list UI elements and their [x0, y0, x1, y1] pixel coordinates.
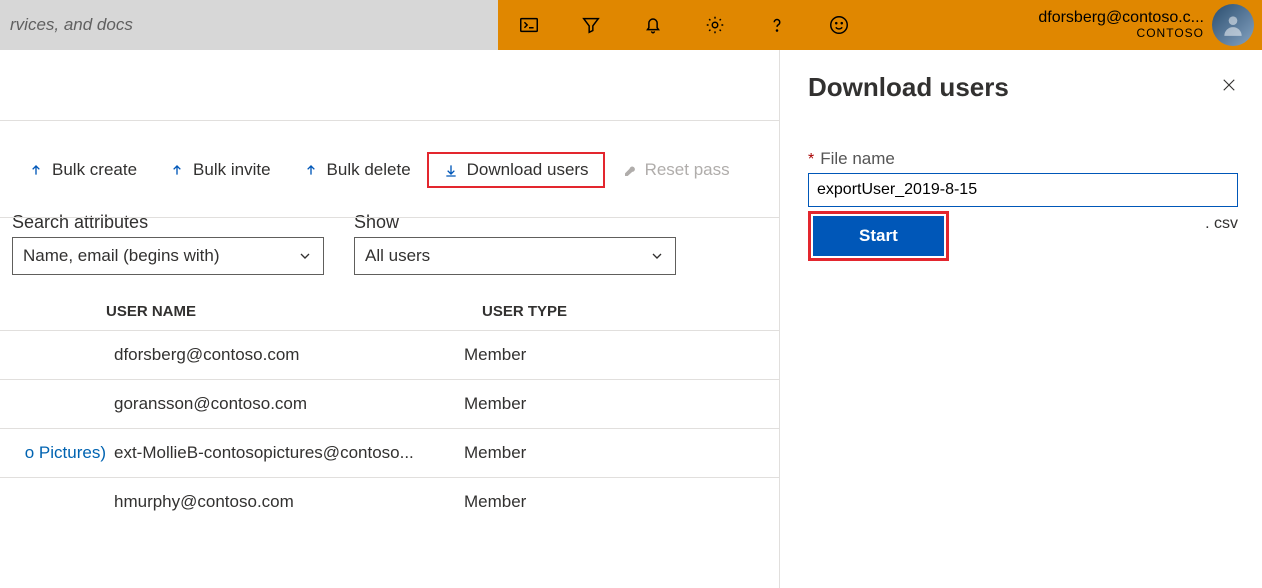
cell-user-name: goransson@contoso.com	[114, 394, 464, 414]
file-name-input[interactable]	[808, 173, 1238, 207]
start-button-highlight: Start	[808, 211, 949, 261]
download-icon	[443, 162, 459, 178]
table-header: USER NAME USER TYPE	[0, 297, 815, 330]
bulk-delete-button[interactable]: Bulk delete	[287, 152, 427, 188]
upload-icon	[169, 162, 185, 178]
file-name-label: File name	[820, 149, 895, 168]
cell-user-type: Member	[464, 394, 815, 414]
download-users-panel: Download users * File name Start . csv	[779, 50, 1262, 588]
account-email: dforsberg@contoso.c...	[1038, 9, 1204, 27]
download-users-button[interactable]: Download users	[427, 152, 605, 188]
col-user-type[interactable]: USER TYPE	[482, 303, 815, 320]
bulk-invite-button[interactable]: Bulk invite	[153, 152, 286, 188]
global-search-input[interactable]	[0, 11, 498, 39]
close-icon	[1220, 76, 1238, 94]
chevron-down-icon	[297, 248, 313, 264]
close-panel-button[interactable]	[1220, 76, 1238, 99]
avatar[interactable]	[1212, 4, 1254, 46]
panel-header: Download users	[808, 72, 1238, 103]
search-wrap	[0, 0, 498, 50]
settings-icon[interactable]	[684, 0, 746, 50]
filter-show: Show All users	[354, 212, 676, 275]
chevron-down-icon	[649, 248, 665, 264]
cell-user-type: Member	[464, 443, 815, 463]
filter-search-attr: Search attributes Name, email (begins wi…	[12, 212, 324, 275]
account-area[interactable]: dforsberg@contoso.c... CONTOSO	[1026, 0, 1262, 50]
bulk-create-label: Bulk create	[52, 160, 137, 180]
key-icon	[621, 162, 637, 178]
cell-user-type: Member	[464, 492, 815, 512]
top-icon-strip	[498, 0, 870, 50]
cell-user-name: dforsberg@contoso.com	[114, 345, 464, 365]
bulk-create-button[interactable]: Bulk create	[12, 152, 153, 188]
panel-title: Download users	[808, 72, 1009, 103]
account-tenant: CONTOSO	[1038, 27, 1204, 41]
reset-password-button: Reset pass	[605, 152, 746, 188]
help-icon[interactable]	[746, 0, 808, 50]
cloud-shell-icon[interactable]	[498, 0, 560, 50]
cell-user-name: hmurphy@contoso.com	[114, 492, 464, 512]
col-user-name[interactable]: USER NAME	[106, 303, 482, 320]
content-area: Bulk create Bulk invite Bulk delete Down…	[0, 50, 1262, 588]
notifications-icon[interactable]	[622, 0, 684, 50]
top-bar: dforsberg@contoso.c... CONTOSO	[0, 0, 1262, 50]
required-asterisk: *	[808, 151, 814, 168]
account-texts: dforsberg@contoso.c... CONTOSO	[1038, 9, 1204, 41]
cell-user-name: ext-MollieB-contosopictures@contoso...	[114, 443, 464, 463]
filter-show-label: Show	[354, 212, 676, 233]
filter-search-label: Search attributes	[12, 212, 324, 233]
table-row[interactable]: hmurphy@contoso.comMember	[0, 477, 815, 526]
users-table: USER NAME USER TYPE dforsberg@contoso.co…	[0, 297, 815, 526]
start-button[interactable]: Start	[813, 216, 944, 256]
download-users-label: Download users	[467, 160, 589, 180]
directory-filter-icon[interactable]	[560, 0, 622, 50]
show-value: All users	[365, 246, 430, 266]
table-row[interactable]: dforsberg@contoso.comMember	[0, 330, 815, 379]
file-name-field: * File name Start . csv	[808, 149, 1238, 261]
file-name-label-row: * File name	[808, 149, 1238, 169]
search-attr-select[interactable]: Name, email (begins with)	[12, 237, 324, 275]
upload-icon	[28, 162, 44, 178]
table-row[interactable]: o Pictures)ext-MollieB-contosopictures@c…	[0, 428, 815, 477]
feedback-icon[interactable]	[808, 0, 870, 50]
bulk-invite-label: Bulk invite	[193, 160, 270, 180]
reset-password-label: Reset pass	[645, 160, 730, 180]
show-select[interactable]: All users	[354, 237, 676, 275]
bulk-delete-label: Bulk delete	[327, 160, 411, 180]
table-row[interactable]: goransson@contoso.comMember	[0, 379, 815, 428]
search-attr-value: Name, email (begins with)	[23, 246, 220, 266]
upload-icon	[303, 162, 319, 178]
cell-user-type: Member	[464, 345, 815, 365]
row-prefix: o Pictures)	[0, 443, 114, 463]
file-ext: . csv	[959, 215, 1238, 233]
